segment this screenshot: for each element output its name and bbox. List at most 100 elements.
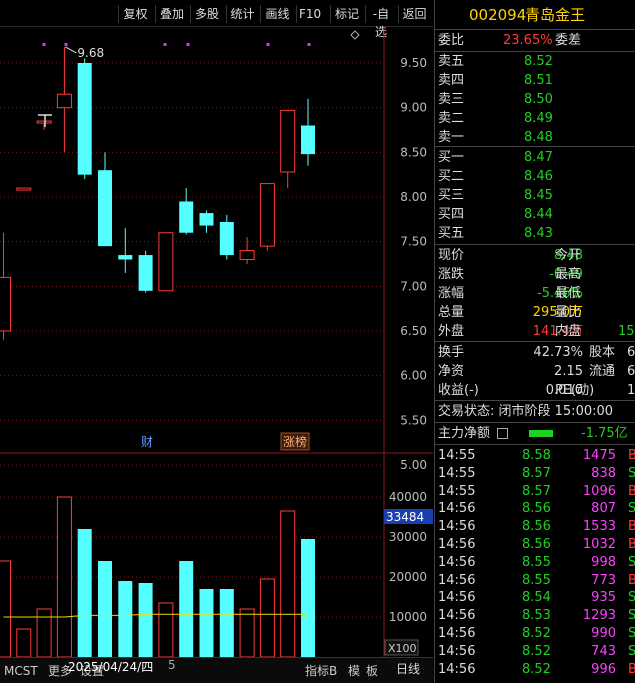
tick-row[interactable]: 14:56 8.56 1032 B xyxy=(435,535,635,554)
price-tick-label: 5.00 xyxy=(400,458,427,472)
date-next-label: 5 xyxy=(168,658,176,672)
list-icon[interactable] xyxy=(497,428,508,439)
tick-price: 8.53 xyxy=(522,608,551,624)
stat2-label-2: 流通 xyxy=(589,364,616,379)
toolbar-button[interactable]: 标记 xyxy=(330,5,363,23)
kline-chart[interactable]: 9.50 9.00 8.50 8.00 7.50 7.00 6.50 6.00 5.50 5.00… xyxy=(0,27,433,657)
stock-code: 002094 xyxy=(469,6,527,24)
tab-template[interactable]: 模 xyxy=(348,664,360,678)
ask-row: 卖二 8.49 xyxy=(435,109,635,128)
bid-label: 买五 xyxy=(438,226,465,241)
tick-row[interactable]: 14:55 8.57 1096 B xyxy=(435,482,635,501)
main-flow-value: -1.75亿 xyxy=(581,426,628,441)
stat2-label: 净资 xyxy=(438,364,465,379)
weibi-row: 委比 23.65% 委差 xyxy=(435,31,635,50)
volume-bar xyxy=(199,589,214,657)
tick-volume: 807 xyxy=(591,501,616,517)
tick-price: 8.54 xyxy=(522,590,551,606)
volume-bar xyxy=(16,628,32,657)
tab-indicator[interactable]: 指标B xyxy=(305,664,337,678)
bid-label: 买一 xyxy=(438,150,465,165)
diamond-icon[interactable] xyxy=(350,30,360,40)
tick-volume: 1032 xyxy=(582,537,616,552)
tick-volume: 1533 xyxy=(582,519,616,535)
badge-cai: 财 xyxy=(141,435,153,449)
toolbar-button[interactable]: 复权 xyxy=(118,5,152,23)
candle-body xyxy=(0,276,11,332)
event-marker xyxy=(163,43,167,46)
toolbar-button[interactable]: 统计 xyxy=(226,5,258,23)
tab-board[interactable]: 板 xyxy=(366,664,378,678)
weibi-label: 委比 xyxy=(438,33,465,48)
candle-body xyxy=(138,255,153,291)
tick-row[interactable]: 14:55 8.58 1475 B xyxy=(435,446,635,465)
main-flow-row: 主力净额 -1.75亿 xyxy=(435,424,635,443)
tick-side: B xyxy=(628,660,635,679)
period-label[interactable]: 日线 xyxy=(396,660,420,677)
stat2-value-2: 1 xyxy=(627,383,635,398)
badge-zhangbang: 涨榜 xyxy=(283,434,307,449)
tick-row[interactable]: 14:56 8.55 773 B xyxy=(435,571,635,590)
tick-side: S xyxy=(628,553,635,572)
tick-time: 14:56 xyxy=(438,537,476,552)
tick-volume: 1293 xyxy=(582,608,616,624)
ask-label: 卖五 xyxy=(438,54,465,69)
toolbar-button[interactable]: F10 xyxy=(296,5,323,23)
tick-time: 14:55 xyxy=(438,465,476,481)
tick-row[interactable]: 14:56 8.53 1293 S xyxy=(435,606,635,625)
ask-label: 卖二 xyxy=(438,111,465,126)
flow-bar xyxy=(529,430,553,437)
tick-row[interactable]: 14:56 8.56 807 S xyxy=(435,499,635,518)
volume-bar xyxy=(98,561,112,657)
stat-label: 涨跌 xyxy=(438,267,465,282)
tick-row[interactable]: 14:56 8.52 990 S xyxy=(435,624,635,643)
toolbar-button[interactable]: 返回 xyxy=(398,5,430,23)
tick-row[interactable]: 14:56 8.52 743 S xyxy=(435,642,635,661)
tick-price: 8.52 xyxy=(522,661,551,677)
tick-row[interactable]: 14:55 8.57 838 S xyxy=(435,464,635,483)
tick-row[interactable]: 14:56 8.55 998 S xyxy=(435,553,635,572)
toolbar-button[interactable]: 叠加 xyxy=(155,5,188,23)
tick-side: S xyxy=(628,642,635,661)
tick-price: 8.55 xyxy=(522,572,551,588)
tick-volume: 1096 xyxy=(582,483,616,499)
kline-svg[interactable]: 9.50 9.00 8.50 8.00 7.50 7.00 6.50 6.00 5.50 5.00… xyxy=(0,27,433,657)
toolbar-button[interactable]: -自选 xyxy=(365,5,396,39)
volume-bar xyxy=(118,581,133,657)
tick-row[interactable]: 14:56 8.56 1533 B xyxy=(435,517,635,536)
ask-row: 卖三 8.50 xyxy=(435,90,635,109)
tick-side: S xyxy=(628,464,635,483)
stat2-label-2: PE(动) xyxy=(555,383,595,398)
tick-side: B xyxy=(628,482,635,501)
stat-label-2: 最高 xyxy=(555,267,582,282)
candle-body xyxy=(16,187,32,191)
tick-volume: 773 xyxy=(591,572,616,588)
stat2-label: 收益(-) xyxy=(438,383,479,398)
tick-time: 14:56 xyxy=(438,608,476,624)
stat2-value: 2.15 xyxy=(554,364,583,379)
stat2-label: 换手 xyxy=(438,345,465,360)
stock-header: 002094 青岛金王 xyxy=(435,6,635,28)
bid-label: 买二 xyxy=(438,169,465,184)
tick-row[interactable]: 14:56 8.52 996 B xyxy=(435,660,635,679)
event-marker xyxy=(64,43,68,46)
price-tick-label: 5.50 xyxy=(400,413,427,427)
toolbar-button[interactable]: 多股 xyxy=(190,5,223,23)
tick-time: 14:56 xyxy=(438,590,476,606)
tick-volume: 838 xyxy=(591,465,616,481)
tab-mcst[interactable]: MCST xyxy=(4,664,38,678)
tick-price: 8.56 xyxy=(522,501,551,517)
tick-price: 8.56 xyxy=(522,537,551,552)
stat-row: 外盘 141.4万 内盘 15 xyxy=(435,322,635,341)
bid-price: 8.46 xyxy=(524,169,553,184)
toolbar-button[interactable]: 画线 xyxy=(260,5,294,23)
high-marker-line xyxy=(65,46,77,54)
stat-label: 涨幅 xyxy=(438,286,465,301)
candle-body xyxy=(118,255,133,260)
volume-tick-label: 10000 xyxy=(389,610,427,624)
volume-bar xyxy=(56,496,72,657)
candle-body xyxy=(56,93,72,109)
stat-label: 总量 xyxy=(438,305,465,320)
bid-price: 8.45 xyxy=(524,188,553,203)
tick-row[interactable]: 14:56 8.54 935 S xyxy=(435,588,635,607)
